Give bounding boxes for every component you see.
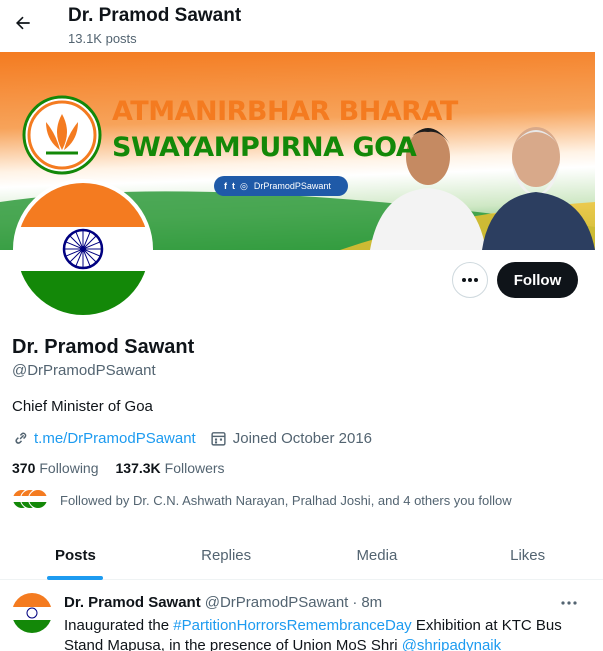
banner-slogan-line1: ATMANIRBHAR BHARAT: [112, 96, 458, 127]
tweet-text-start: Inaugurated the: [64, 617, 174, 634]
followed-by-avatars: [12, 489, 52, 511]
following-count: 370: [12, 460, 36, 476]
top-bar: Dr. Pramod Sawant 13.1K posts: [0, 0, 603, 52]
followers-stat[interactable]: 137.3K Followers: [116, 460, 225, 476]
joined-date: Joined October 2016: [210, 430, 372, 447]
followed-by-text[interactable]: Followed by Dr. C.N. Ashwath Narayan, Pr…: [60, 493, 512, 508]
tweet-avatar[interactable]: [12, 593, 52, 633]
tweet[interactable]: Dr. Pramod Sawant @DrPramodPSawant · 8m …: [0, 581, 603, 651]
followers-label: Followers: [164, 460, 225, 476]
joined-label: Joined October 2016: [232, 429, 372, 447]
tweet-mention[interactable]: @shripadynaik: [402, 637, 501, 651]
more-options-button[interactable]: [452, 262, 488, 298]
profile-handle: @DrPramodPSawant: [12, 362, 156, 379]
post-count: 13.1K posts: [68, 31, 137, 46]
profile-bio: Chief Minister of Goa: [12, 398, 153, 415]
leader-photo-2: [482, 127, 595, 250]
follower-avatar: [28, 489, 48, 509]
social-icons: f t ◎: [224, 180, 248, 191]
tweet-text: Inaugurated the #PartitionHorrorsRemembr…: [64, 616, 584, 651]
tab-media[interactable]: Media: [302, 532, 453, 579]
follow-stats: 370 Following 137.3K Followers: [12, 460, 225, 476]
tweet-more-button[interactable]: [557, 591, 581, 615]
tweet-header: Dr. Pramod Sawant @DrPramodPSawant · 8m: [64, 594, 382, 611]
calendar-icon: [211, 431, 226, 446]
tweet-hashtag[interactable]: #PartitionHorrorsRemembranceDay: [173, 617, 411, 634]
profile-meta: t.me/DrPramodPSawant Joined October 2016: [12, 429, 372, 447]
ellipsis-icon: [561, 601, 577, 605]
india-flag-image: [12, 593, 52, 633]
following-label: Following: [39, 460, 99, 476]
india-flag-image: [17, 183, 149, 315]
profile-name: Dr. Pramod Sawant: [12, 336, 195, 358]
link-icon: [15, 432, 27, 444]
followers-count: 137.3K: [115, 460, 161, 476]
follow-button[interactable]: Follow: [497, 262, 578, 298]
tab-posts[interactable]: Posts: [0, 532, 151, 580]
profile-tabs: Posts Replies Media Likes: [0, 532, 603, 580]
banner-social-handle: DrPramodPSawant: [253, 181, 331, 191]
back-button[interactable]: [8, 8, 38, 38]
banner-slogan-line2: SWAYAMPURNA GOA: [112, 132, 417, 163]
tweet-time[interactable]: 8m: [361, 594, 382, 611]
header-title: Dr. Pramod Sawant: [68, 5, 242, 26]
tab-replies[interactable]: Replies: [151, 532, 302, 579]
tweet-separator: ·: [352, 594, 358, 611]
tweet-author-handle[interactable]: @DrPramodPSawant: [205, 594, 349, 611]
arrow-left-icon: [16, 16, 30, 30]
followed-by[interactable]: Followed by Dr. C.N. Ashwath Narayan, Pr…: [12, 489, 512, 511]
following-stat[interactable]: 370 Following: [12, 460, 99, 476]
ellipsis-icon: [462, 278, 478, 282]
tweet-author-name[interactable]: Dr. Pramod Sawant: [64, 594, 201, 611]
tab-likes[interactable]: Likes: [452, 532, 603, 579]
banner-social-pill: f t ◎ DrPramodPSawant: [214, 176, 348, 196]
profile-avatar[interactable]: [13, 179, 153, 319]
profile-website-link[interactable]: t.me/DrPramodPSawant: [34, 430, 196, 447]
lotus-logo: [22, 95, 102, 175]
